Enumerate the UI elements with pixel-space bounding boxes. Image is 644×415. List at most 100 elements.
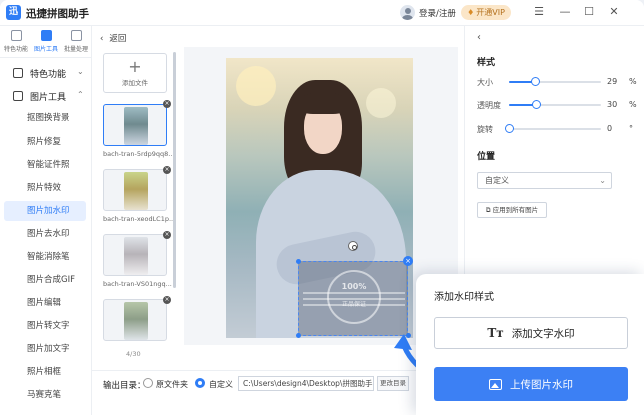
top-nav: 特色功能 图片工具 批量处理: [0, 26, 92, 58]
thumbnail-image: [124, 107, 148, 145]
thumbnail-3[interactable]: [103, 234, 167, 276]
tab-featured[interactable]: 特色功能: [1, 30, 31, 56]
size-slider-row: 大小 29 %: [477, 75, 637, 89]
batch-icon: [70, 30, 82, 41]
back-button[interactable]: ‹ 返回: [100, 32, 126, 44]
back-label: 返回: [109, 34, 127, 44]
close-icon[interactable]: ✕: [605, 4, 623, 20]
tab-batch-label: 批量处理: [63, 46, 88, 53]
sidebar-item-eraser[interactable]: 智能消除笔: [4, 247, 86, 267]
output-path-input[interactable]: C:\Users\design4\Desktop\拼图助手: [238, 376, 374, 391]
maximize-icon[interactable]: ☐: [580, 4, 598, 20]
rotate-slider-track[interactable]: [509, 128, 601, 130]
chevron-left-icon[interactable]: ‹: [477, 32, 481, 43]
image-icon: [489, 378, 502, 390]
image-tools-group-icon: [13, 91, 23, 101]
resize-handle[interactable]: [296, 259, 301, 264]
menu-group-featured[interactable]: 特色功能 ⌄: [0, 63, 92, 83]
menu-group-image-tools[interactable]: 图片工具 ⌃: [0, 86, 92, 106]
add-text-watermark-label: 添加文字水印: [511, 327, 575, 340]
close-icon[interactable]: ×: [163, 100, 171, 108]
sidebar-item-add-text[interactable]: 图片加文字: [4, 339, 86, 359]
apply-all-button[interactable]: ⧉ 应用到所有图片: [477, 202, 547, 218]
fringe-shape: [298, 92, 348, 114]
opacity-value: 30: [607, 100, 618, 109]
thumbnail-scrollbar[interactable]: [173, 52, 176, 288]
watermark-stripe: [303, 292, 405, 294]
sidebar-item-cutout[interactable]: 抠图换背景: [4, 108, 86, 128]
login-link[interactable]: 登录/注册: [419, 7, 456, 19]
watermark-box[interactable]: 100% 正品保证: [298, 261, 408, 336]
sidebar-item-image-to-text[interactable]: 图片转文字: [4, 316, 86, 336]
app-title: 迅捷拼图助手: [26, 8, 89, 20]
sidebar-item-add-watermark[interactable]: 图片加水印: [4, 201, 86, 221]
tab-image-tools[interactable]: 图片工具: [31, 30, 61, 56]
chevron-down-icon: ⌄: [599, 176, 606, 185]
thumbnail-1[interactable]: [103, 104, 167, 146]
menu-group-featured-label: 特色功能: [30, 70, 67, 80]
tab-image-tools-label: 图片工具: [33, 46, 58, 53]
close-icon[interactable]: ×: [163, 231, 171, 239]
chevron-down-icon: ⌄: [77, 67, 84, 76]
minimize-icon[interactable]: —: [556, 4, 574, 20]
watermark-seal: 100% 正品保证: [327, 270, 381, 324]
thumbnail-name: bach-tran-xeodLC1p...: [103, 215, 176, 223]
rotate-handle-icon[interactable]: [348, 241, 358, 251]
thumbnail-image: [124, 172, 148, 210]
sidebar-item-id-photo[interactable]: 智能证件照: [4, 155, 86, 175]
left-sidebar: 特色功能 图片工具 批量处理 特色功能 ⌄ 图片工具 ⌃ 抠图换背景 照片修复 …: [0, 26, 92, 415]
watermark-close-icon[interactable]: ×: [403, 256, 413, 266]
app-window: 迅 迅捷拼图助手 登录/注册 ♦ 开通VIP ☰ — ☐ ✕ 特色功能 图片工具…: [0, 0, 644, 415]
sidebar-item-gif[interactable]: 图片合成GIF: [4, 270, 86, 290]
opacity-slider-knob[interactable]: [532, 100, 542, 109]
thumbnail-image: [124, 237, 148, 275]
text-icon: Tт: [487, 326, 504, 340]
position-select-value: 自定义: [485, 176, 509, 185]
rotate-unit: °: [629, 124, 633, 133]
sidebar-item-photo-effects[interactable]: 照片特效: [4, 178, 86, 198]
watermark-seal-top: 100%: [341, 282, 367, 291]
bokeh-light: [366, 88, 396, 118]
tab-batch[interactable]: 批量处理: [61, 30, 91, 56]
chevron-left-icon: ‹: [100, 34, 104, 44]
size-slider-knob[interactable]: [531, 77, 541, 86]
add-text-watermark-button[interactable]: Tт 添加文字水印: [434, 317, 628, 349]
watermark-style-popup: 添加水印样式 Tт 添加文字水印 上传图片水印: [416, 274, 644, 415]
sidebar-item-photo-repair[interactable]: 照片修复: [4, 132, 86, 152]
size-unit: %: [629, 77, 637, 86]
close-icon[interactable]: ×: [163, 166, 171, 174]
sidebar-item-mosaic[interactable]: 马赛克笔: [4, 385, 86, 405]
rotate-slider-knob[interactable]: [504, 124, 514, 133]
featured-icon: [10, 30, 22, 41]
vip-button[interactable]: ♦ 开通VIP: [461, 5, 511, 20]
app-logo-icon: 迅: [6, 5, 21, 20]
sidebar-item-remove-watermark[interactable]: 图片去水印: [4, 224, 86, 244]
tab-featured-label: 特色功能: [3, 46, 28, 53]
thumbnail-image: [124, 302, 148, 340]
featured-group-icon: [13, 68, 23, 78]
close-icon[interactable]: ×: [163, 296, 171, 304]
section-position-title: 位置: [477, 152, 496, 162]
menu-icon[interactable]: ☰: [530, 4, 548, 20]
user-avatar-icon[interactable]: [400, 5, 415, 20]
opacity-label: 透明度: [477, 101, 501, 110]
thumbnail-name: bach-tran-VS01ngq...: [103, 280, 172, 288]
thumbnail-name: bach-tran-5rdp9qq8...: [103, 150, 175, 158]
sidebar-item-image-edit[interactable]: 图片编辑: [4, 293, 86, 313]
watermark-stripe: [303, 298, 405, 300]
upload-image-watermark-button[interactable]: 上传图片水印: [434, 367, 628, 401]
chevron-up-icon: ⌃: [77, 90, 84, 99]
add-file-button[interactable]: + 添加文件: [103, 53, 167, 93]
radio-source-folder[interactable]: [143, 378, 153, 388]
opacity-unit: %: [629, 100, 637, 109]
resize-handle[interactable]: [296, 333, 301, 338]
radio-custom[interactable]: [195, 378, 205, 388]
thumbnail-2[interactable]: [103, 169, 167, 211]
apply-all-label: 应用到所有图片: [492, 206, 539, 214]
thumbnail-4[interactable]: [103, 299, 167, 341]
size-label: 大小: [477, 78, 493, 87]
watermark-stripe: [303, 304, 405, 306]
position-select[interactable]: 自定义 ⌄: [477, 172, 612, 189]
sidebar-item-photo-frame[interactable]: 照片相框: [4, 362, 86, 382]
title-bar: 迅 迅捷拼图助手 登录/注册 ♦ 开通VIP ☰ — ☐ ✕: [0, 0, 644, 26]
